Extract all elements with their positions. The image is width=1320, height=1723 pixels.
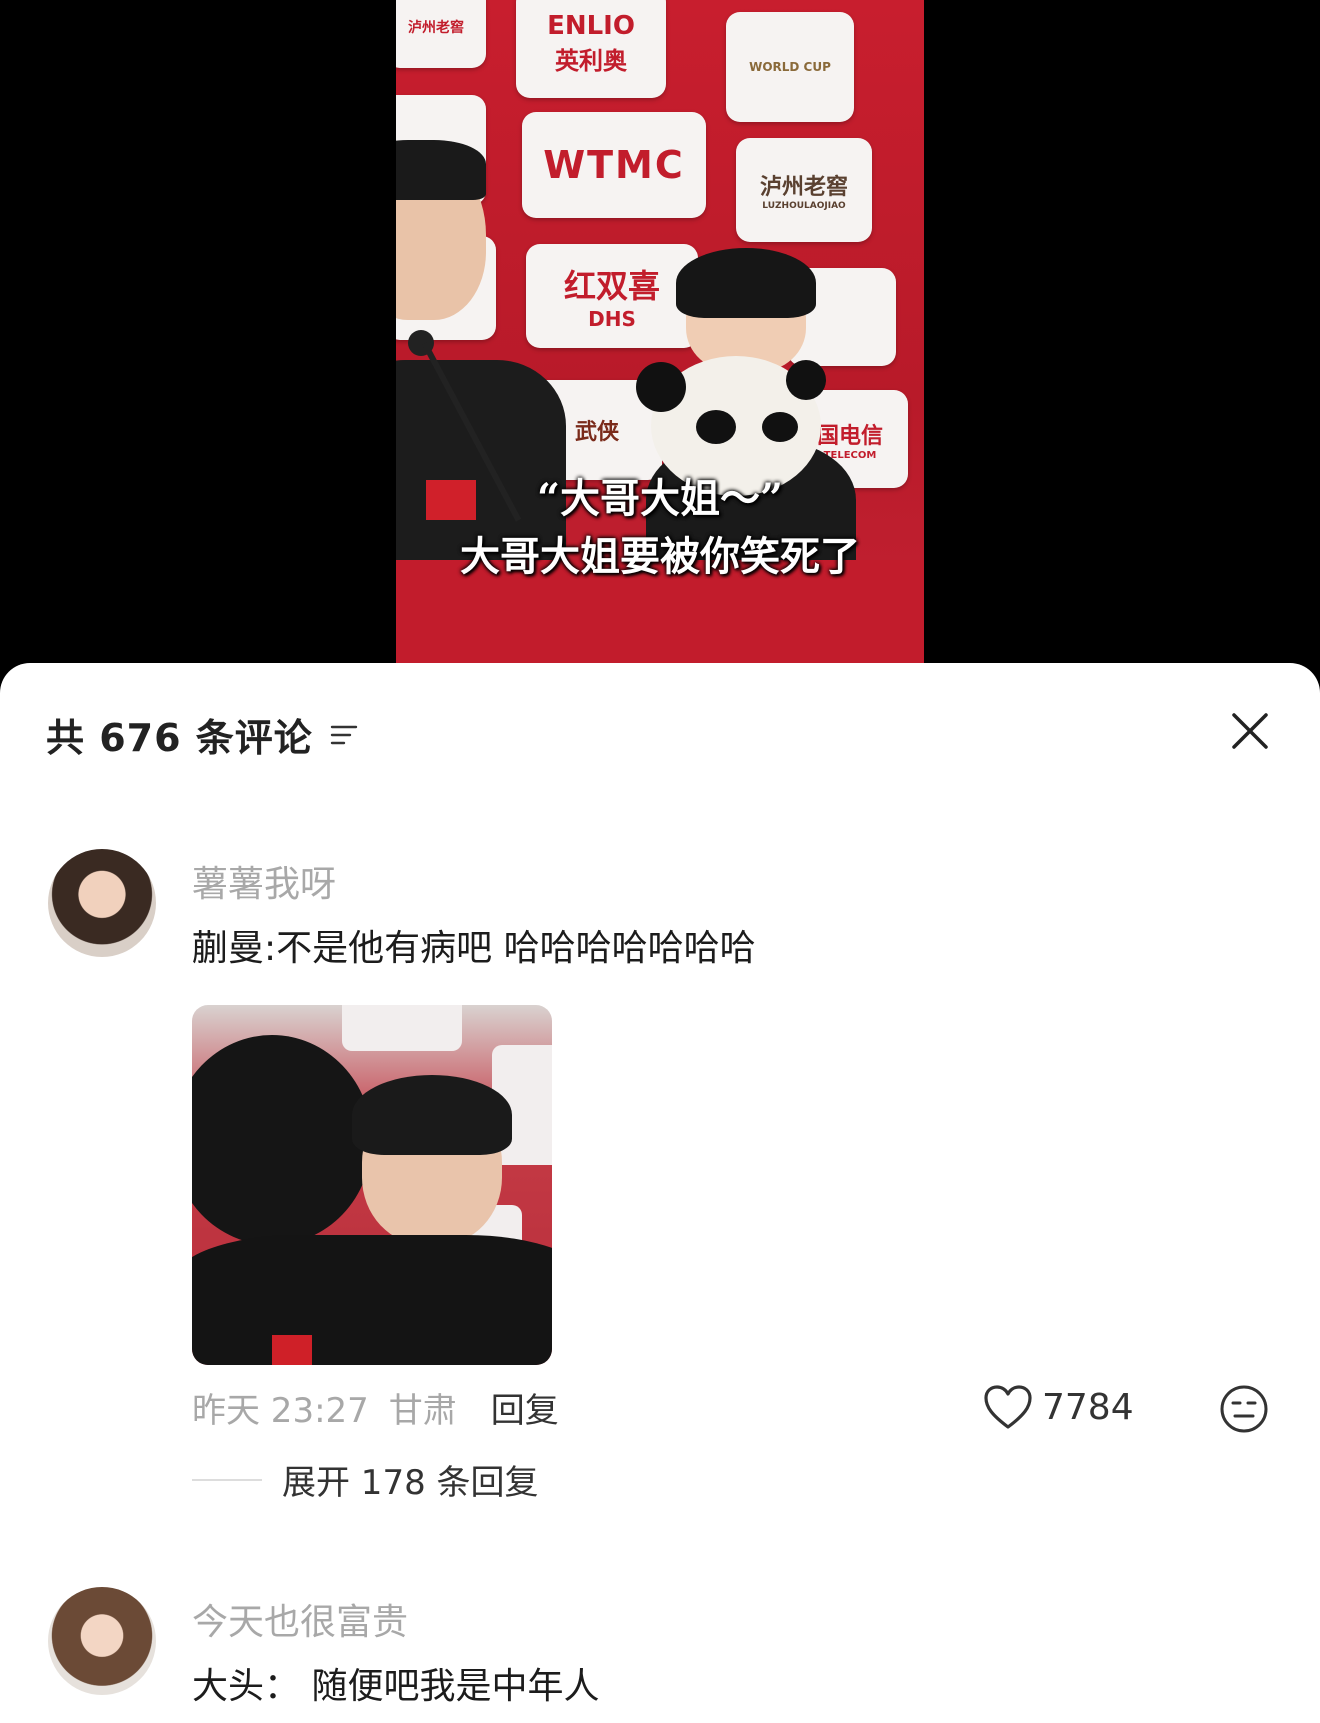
sponsor-label: ENLIO [547,10,635,41]
sponsor-label: 国电信 [816,423,883,449]
comment-username[interactable]: 今天也很富贵 [192,1593,408,1645]
image-person-body [192,1235,552,1365]
dislike-face-icon[interactable] [1218,1383,1270,1435]
close-icon[interactable] [1228,709,1272,753]
image-person-back [192,1035,372,1245]
comments-header: 共 676 条评论 [46,707,359,762]
sponsor-card: ENLIO 英利奥 [516,0,666,98]
sponsor-card: 泸州老窖 LUZHOULAOJIAO [736,138,872,242]
sponsor-card: WTMC [522,112,706,218]
image-person-hair [352,1075,512,1155]
heart-icon [984,1385,1032,1429]
sponsor-label: WTMC [543,143,685,187]
comments-sheet: 共 676 条评论 薯薯我呀 蒯曼:不是他有病吧 哈哈哈哈哈哈哈 昨天 23:2… [0,663,1320,1723]
expand-divider [192,1478,262,1481]
sponsor-label: WORLD CUP [749,60,831,74]
sponsor-label: 武侠 [574,420,619,445]
comment-image[interactable] [192,1005,552,1365]
sponsor-label: 英利奥 [555,46,627,75]
sponsor-label: 红双喜 [563,267,660,305]
sponsor-label: 泸州老窖 [759,175,848,200]
image-flag [272,1335,312,1365]
panda-eye [762,412,798,442]
panda-ear [786,360,826,400]
comment-text: 蒯曼:不是他有病吧 哈哈哈哈哈哈哈 [192,928,756,969]
sponsor-label: 泸州老窖 [408,20,464,36]
expand-replies-label: 展开 178 条回复 [282,1463,539,1503]
panda-ear [636,362,686,412]
avatar[interactable] [48,1587,156,1695]
comment-text: 大头： 随便吧我是中年人 [192,1666,600,1707]
panda-eye [696,410,736,444]
video-caption-line1: “大哥大姐～” [536,475,783,522]
image-backdrop-card [342,1005,462,1051]
comment-count: 共 676 条评论 [46,716,313,760]
video-frame[interactable]: 泸州老窖 ENLIO 英利奥 WORLD CUP WTMC 泸州老窖 LUZHO… [396,0,924,665]
like-button[interactable]: 7784 [982,1383,1134,1431]
comment-meta: 昨天 23:27 甘肃 回复 [192,1383,559,1432]
sponsor-label: LUZHOULAOJIAO [762,201,846,211]
sponsor-card: WORLD CUP [726,12,854,122]
comment-time: 昨天 23:27 [192,1391,369,1431]
comment-location: 甘肃 [388,1391,457,1431]
video-area[interactable]: 泸州老窖 ENLIO 英利奥 WORLD CUP WTMC 泸州老窖 LUZHO… [0,0,1320,665]
sponsor-card: 泸州老窖 [396,0,486,68]
sponsor-label: DHS [588,307,636,331]
like-count: 7784 [1042,1386,1134,1428]
reply-button[interactable]: 回复 [491,1383,559,1432]
hair-left [396,140,486,200]
video-caption-line2: 大哥大姐要被你笑死了 [460,533,860,580]
expand-replies[interactable]: 展开 178 条回复 [192,1455,539,1504]
comment-username[interactable]: 薯薯我呀 [192,855,336,907]
hair-right [676,248,816,318]
filter-icon[interactable] [329,720,359,750]
avatar[interactable] [48,849,156,957]
sponsor-card: 红双喜 DHS [526,244,698,348]
